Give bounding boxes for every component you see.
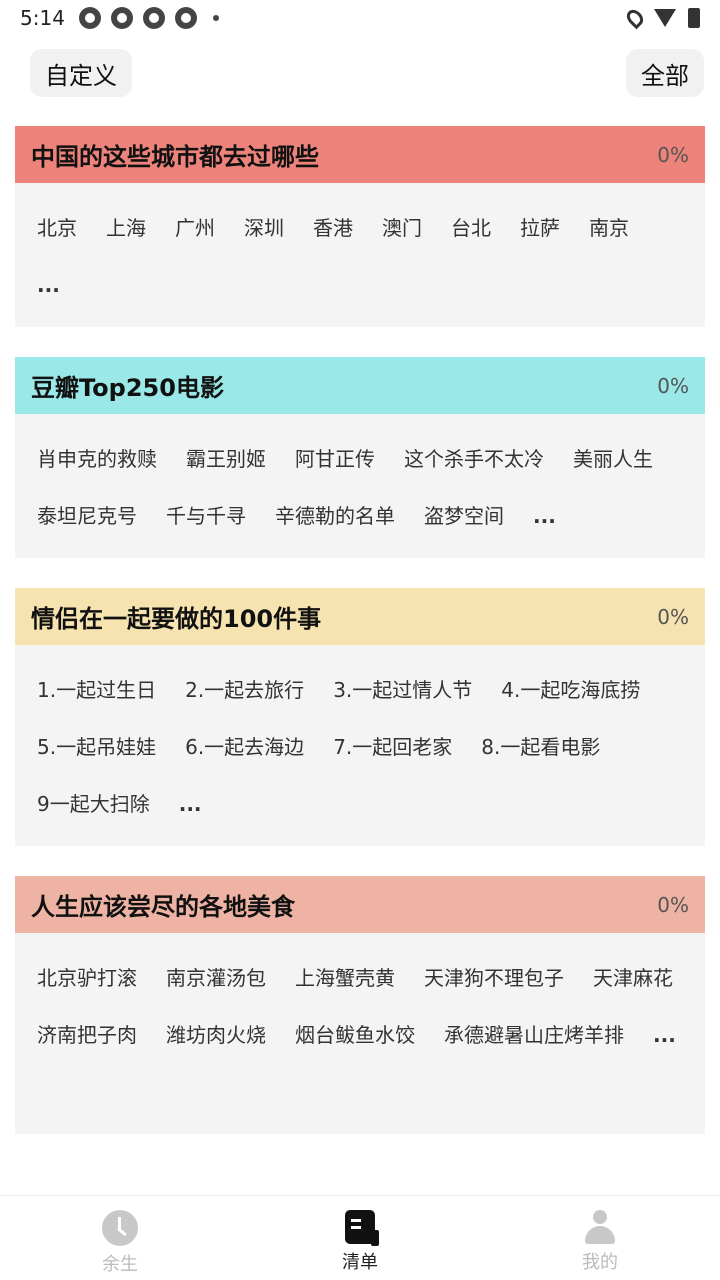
list-item[interactable]: 广州 [175, 195, 215, 252]
more-items[interactable]: ... [179, 771, 202, 828]
list-item[interactable]: 深圳 [244, 195, 284, 252]
card-header[interactable]: 中国的这些城市都去过哪些 0% [15, 126, 705, 183]
card-items: 肖申克的救赎 霸王别姬 阿甘正传 这个杀手不太冷 美丽人生泰坦尼克号 千与千寻 辛德勒的名单… [15, 414, 705, 540]
notification-icon [78, 7, 101, 29]
status-time: 5:14 [20, 6, 65, 30]
notification-icon [174, 7, 197, 29]
list-icon [345, 1210, 379, 1246]
nav-item-qingdan[interactable]: 清单 [240, 1196, 480, 1280]
card-title: 情侣在一起要做的100件事 [31, 605, 322, 633]
clock-icon [102, 1210, 138, 1246]
list-item[interactable]: 盗梦空间 [424, 483, 504, 540]
list-item[interactable]: 2.一起去旅行 [185, 657, 304, 714]
list-item[interactable]: 北京 [37, 195, 77, 252]
wifi-icon [654, 9, 676, 27]
list-item[interactable]: 8.一起看电影 [481, 714, 600, 771]
location-icon [623, 6, 647, 30]
list-item[interactable]: 上海蟹壳黄 [295, 945, 395, 1002]
custom-button[interactable]: 自定义 [30, 49, 132, 97]
list-item[interactable]: 阿甘正传 [295, 426, 375, 483]
card-header[interactable]: 豆瓣Top250电影 0% [15, 357, 705, 414]
list-item[interactable]: 潍坊肉火烧 [166, 1002, 266, 1059]
list-item[interactable]: 3.一起过情人节 [333, 657, 472, 714]
card-items: 北京 上海 广州 深圳 香港 澳门 台北 拉萨 南京... [15, 183, 705, 309]
progress-percent: 0% [657, 142, 689, 167]
more-items[interactable]: ... [533, 483, 556, 540]
list-item[interactable]: 这个杀手不太冷 [404, 426, 544, 483]
list-item[interactable]: 济南把子肉 [37, 1002, 137, 1059]
nav-item-yusheng[interactable]: 余生 [0, 1196, 240, 1280]
list-item[interactable]: 泰坦尼克号 [37, 483, 137, 540]
list-item[interactable]: 霸王别姬 [186, 426, 266, 483]
card-header[interactable]: 情侣在一起要做的100件事 0% [15, 588, 705, 645]
person-icon [583, 1210, 617, 1244]
card-title: 人生应该尝尽的各地美食 [31, 893, 295, 921]
nav-label: 余生 [102, 1254, 138, 1275]
list-item[interactable]: 天津麻花 [593, 945, 673, 1002]
list-card[interactable]: 情侣在一起要做的100件事 0% 1.一起过生日 2.一起去旅行 3.一起过情人节 4.一… [15, 588, 705, 846]
list-card[interactable]: 人生应该尝尽的各地美食 0% 北京驴打滚 南京灌汤包 上海蟹壳黄 天津狗不理包子 天津麻花济… [15, 876, 705, 1134]
list-item[interactable]: 承德避暑山庄烤羊排 [444, 1002, 624, 1059]
list-item[interactable]: 4.一起吃海底捞 [501, 657, 640, 714]
list-item[interactable]: 香港 [313, 195, 353, 252]
nav-item-wode[interactable]: 我的 [480, 1196, 720, 1280]
list-item[interactable]: 拉萨 [520, 195, 560, 252]
list-item[interactable]: 9一起大扫除 [37, 771, 150, 828]
list-item[interactable]: 辛德勒的名单 [275, 483, 395, 540]
list-item[interactable]: 北京驴打滚 [37, 945, 137, 1002]
card-header[interactable]: 人生应该尝尽的各地美食 0% [15, 876, 705, 933]
list-item[interactable]: 美丽人生 [573, 426, 653, 483]
notification-icon [142, 7, 165, 29]
more-notifications-dot-icon [212, 15, 219, 21]
list-item[interactable]: 7.一起回老家 [333, 714, 452, 771]
list-item[interactable]: 肖申克的救赎 [37, 426, 157, 483]
card-title: 豆瓣Top250电影 [31, 374, 224, 402]
nav-label: 清单 [342, 1252, 378, 1273]
nav-label: 我的 [582, 1252, 618, 1273]
list-item[interactable]: 南京灌汤包 [166, 945, 266, 1002]
list-item[interactable]: 澳门 [382, 195, 422, 252]
more-items[interactable]: ... [37, 252, 60, 309]
status-bar: 5:14 [0, 0, 720, 36]
list-item[interactable]: 5.一起吊娃娃 [37, 714, 156, 771]
progress-percent: 0% [657, 892, 689, 917]
list-item[interactable]: 上海 [106, 195, 146, 252]
bottom-nav: 余生 清单 我的 [0, 1195, 720, 1280]
list-item[interactable]: 6.一起去海边 [185, 714, 304, 771]
list-item[interactable]: 台北 [451, 195, 491, 252]
card-items: 北京驴打滚 南京灌汤包 上海蟹壳黄 天津狗不理包子 天津麻花济南把子肉 潍坊肉火烧 烟台鲅鱼… [15, 933, 705, 1059]
progress-percent: 0% [657, 373, 689, 398]
progress-percent: 0% [657, 604, 689, 629]
status-indicators [623, 6, 700, 30]
battery-icon [688, 8, 700, 28]
list-item[interactable]: 天津狗不理包子 [424, 945, 564, 1002]
list-item[interactable]: 千与千寻 [166, 483, 246, 540]
all-button[interactable]: 全部 [626, 49, 704, 97]
card-title: 中国的这些城市都去过哪些 [31, 143, 319, 171]
more-items[interactable]: ... [653, 1002, 676, 1059]
list-item[interactable]: 1.一起过生日 [37, 657, 156, 714]
list-item[interactable]: 烟台鲅鱼水饺 [295, 1002, 415, 1059]
card-items: 1.一起过生日 2.一起去旅行 3.一起过情人节 4.一起吃海底捞 5.一起吊娃娃 6.一… [15, 645, 705, 828]
list-card[interactable]: 中国的这些城市都去过哪些 0% 北京 上海 广州 深圳 香港 澳门 台北 拉萨 南京... [15, 126, 705, 327]
notification-icons [78, 7, 219, 29]
list-card[interactable]: 豆瓣Top250电影 0% 肖申克的救赎 霸王别姬 阿甘正传 这个杀手不太冷 美丽人生泰坦尼… [15, 357, 705, 558]
list-item[interactable]: 南京 [589, 195, 629, 252]
notification-icon [110, 7, 133, 29]
